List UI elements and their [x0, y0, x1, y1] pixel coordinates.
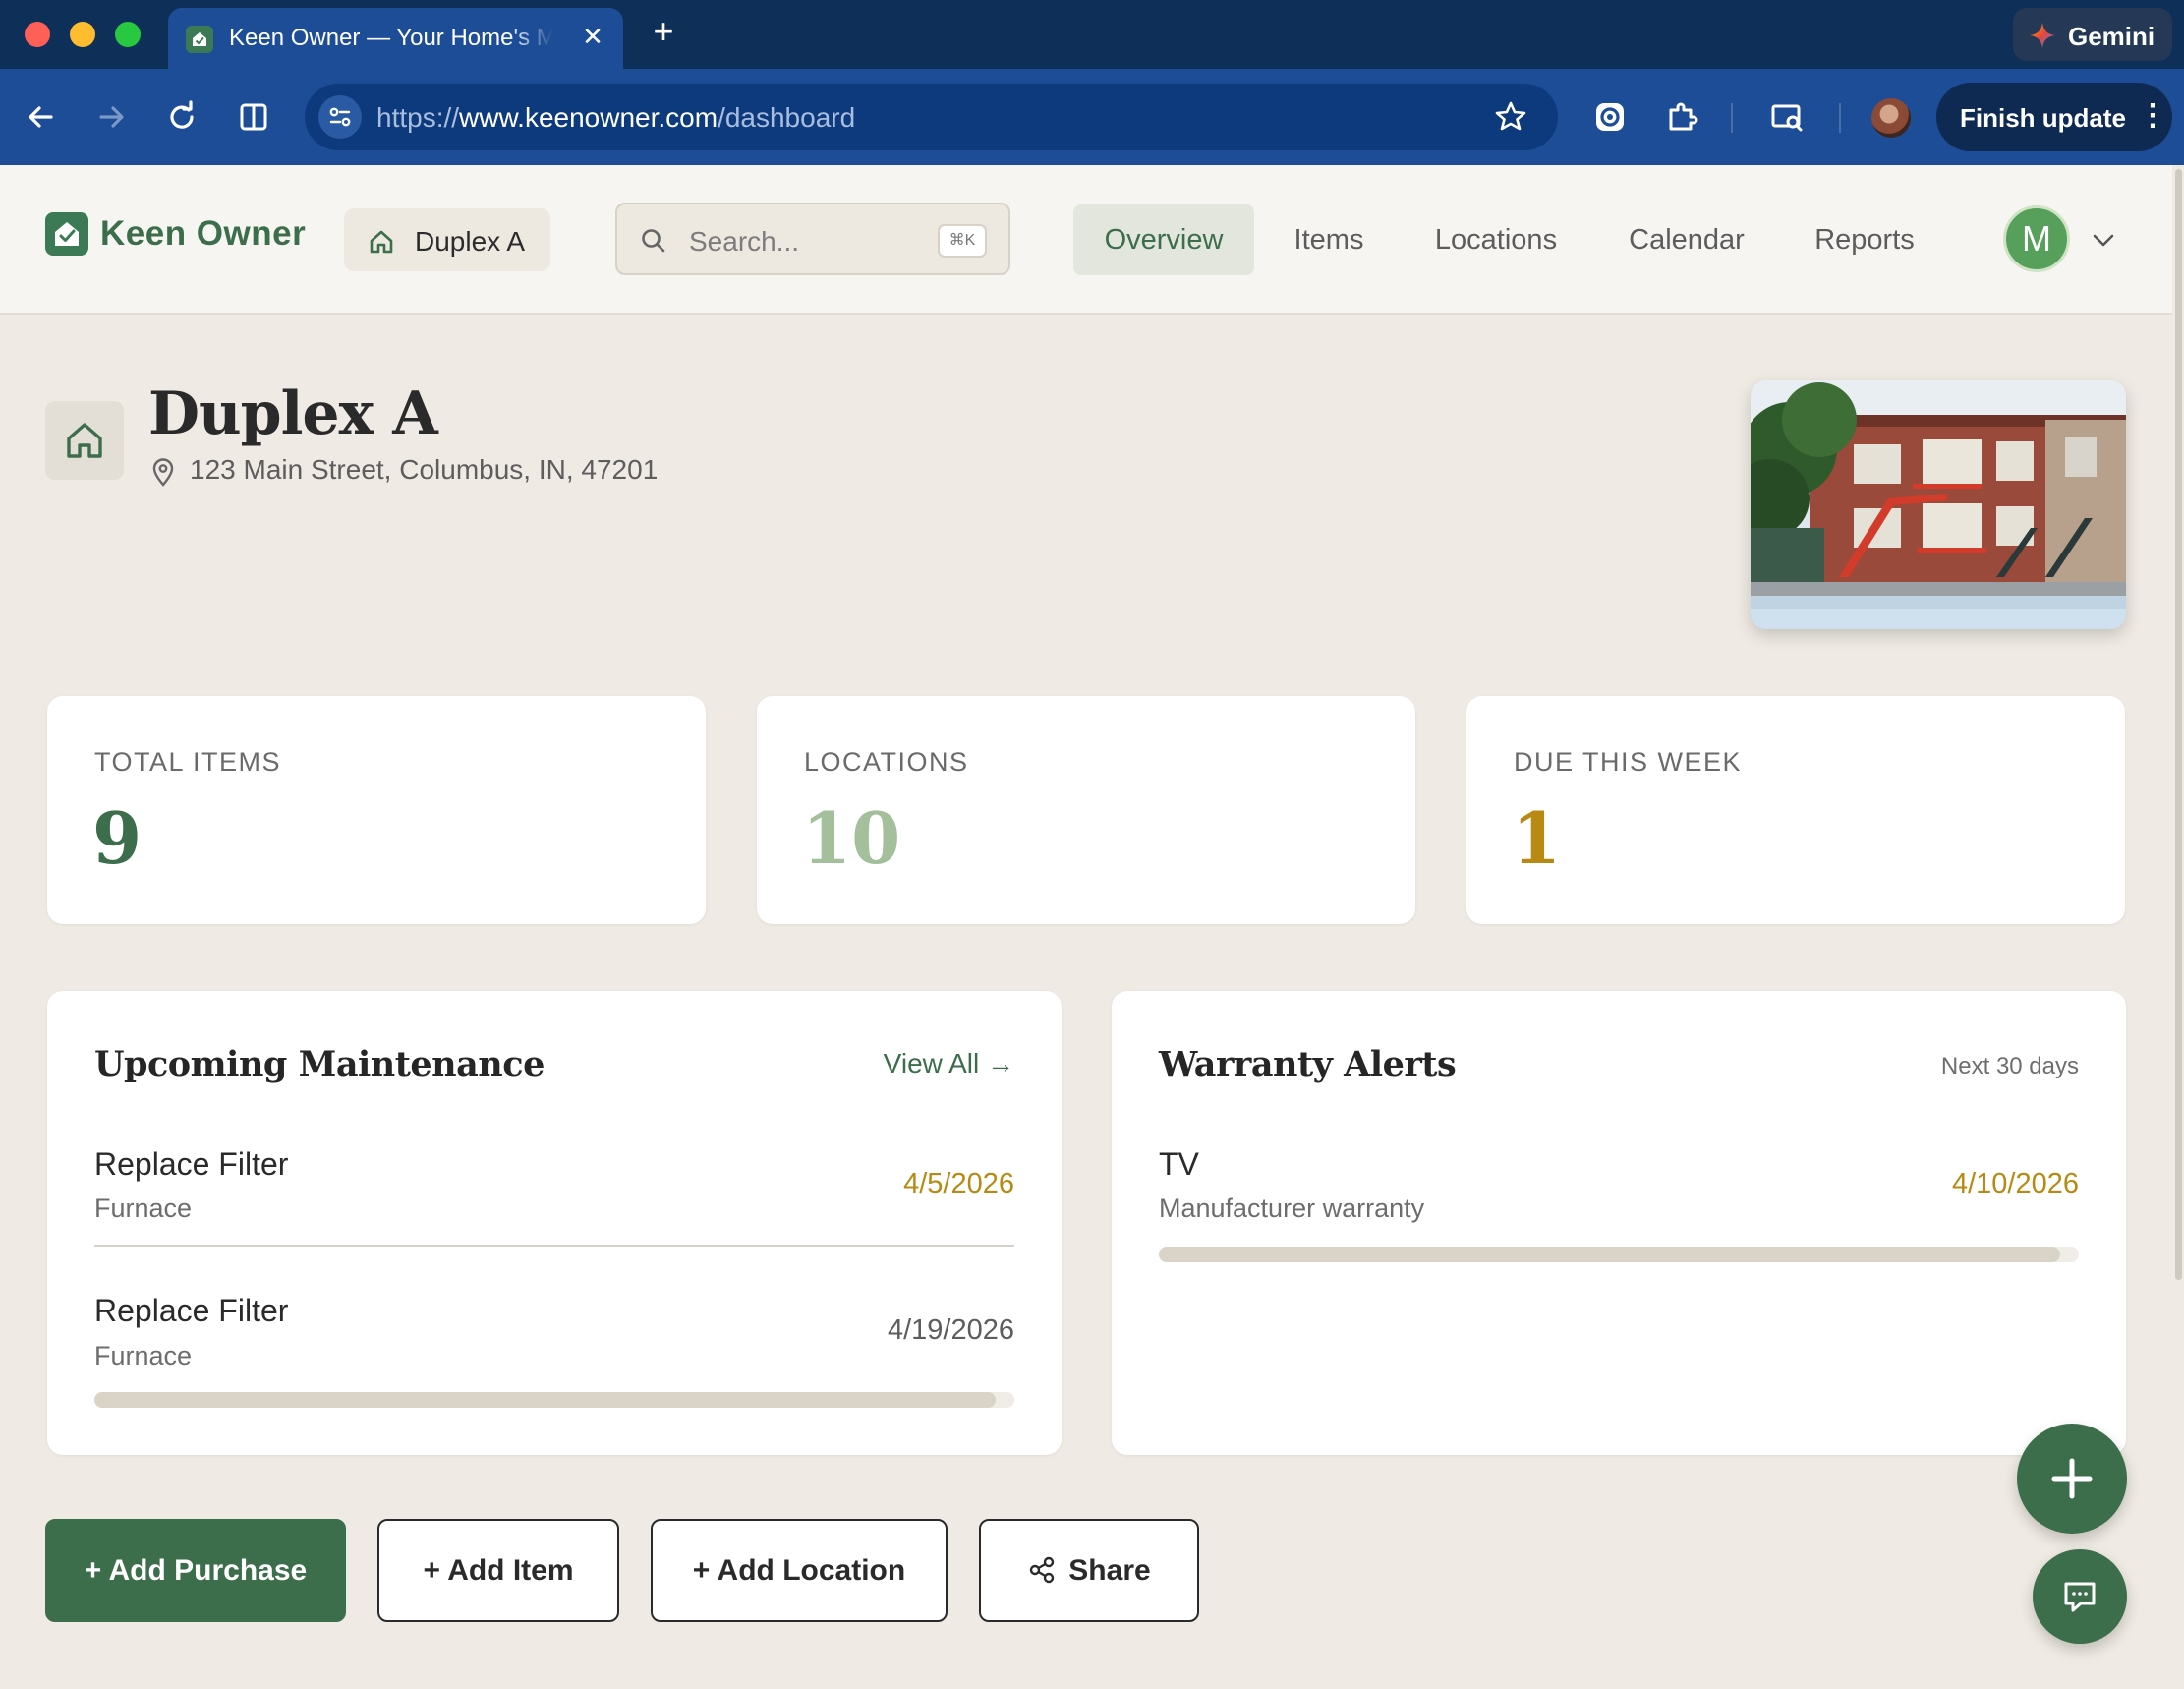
nav-locations[interactable]: Locations: [1421, 204, 1571, 275]
nav-items[interactable]: Items: [1274, 204, 1384, 275]
stat-card-due-this-week[interactable]: DUE THIS WEEK 1: [1466, 696, 2125, 924]
list-scrollbar[interactable]: [1159, 1247, 2079, 1262]
bookmark-star-icon[interactable]: [1492, 98, 1529, 136]
back-arrow-icon[interactable]: [22, 97, 61, 137]
stat-label: DUE THIS WEEK: [1514, 747, 1743, 777]
maintenance-due-date: 4/5/2026: [903, 1168, 1014, 1199]
tab-favicon-icon: [186, 26, 213, 53]
stat-card-total-items[interactable]: TOTAL ITEMS 9: [47, 696, 706, 924]
site-settings-icon[interactable]: [318, 95, 362, 139]
browser-tab-active[interactable]: Keen Owner — Your Home's Maintenance ✕: [168, 8, 623, 69]
window-close-button[interactable]: [25, 22, 50, 47]
warranty-alerts-panel: Warranty Alerts Next 30 days TV Manufact…: [1112, 991, 2126, 1455]
extension-record-icon[interactable]: [1590, 97, 1630, 137]
browser-tab-bar: Keen Owner — Your Home's Maintenance ✕ +…: [0, 0, 2184, 69]
window-zoom-button[interactable]: [115, 22, 141, 47]
property-switcher-label: Duplex A: [415, 226, 526, 257]
forward-arrow-icon[interactable]: [91, 97, 131, 137]
maintenance-task-item: Furnace: [94, 1341, 193, 1370]
stat-card-locations[interactable]: LOCATIONS 10: [757, 696, 1415, 924]
new-tab-button[interactable]: +: [646, 14, 681, 49]
keen-owner-logo-icon[interactable]: [45, 212, 88, 256]
extensions-puzzle-icon[interactable]: [1662, 97, 1701, 137]
panel-title: Warranty Alerts: [1159, 1044, 1457, 1084]
brand-name[interactable]: Keen Owner: [100, 214, 306, 254]
chat-icon: [2064, 1582, 2096, 1612]
list-scrollbar[interactable]: [94, 1392, 1014, 1408]
plus-icon: [2051, 1458, 2093, 1499]
app-header: Keen Owner Duplex A Search... ⌘K Overvie…: [0, 165, 2172, 315]
upcoming-maintenance-panel: Upcoming Maintenance View All → Replace …: [47, 991, 1062, 1455]
more-menu-icon[interactable]: ⋮: [2138, 98, 2167, 134]
row-divider: [94, 1245, 1014, 1247]
stat-value: 9: [92, 796, 143, 880]
stat-value: 10: [802, 796, 901, 880]
nav-reports[interactable]: Reports: [1801, 204, 1928, 275]
search-shortcut-badge: ⌘K: [938, 224, 987, 258]
list-scrollbar-thumb[interactable]: [1159, 1247, 2061, 1262]
panel-title: Upcoming Maintenance: [94, 1044, 545, 1084]
finish-update-button[interactable]: Finish update ⋮: [1936, 83, 2172, 151]
stat-label: LOCATIONS: [804, 747, 969, 777]
search-placeholder: Search...: [689, 226, 800, 257]
quick-add-button[interactable]: [2017, 1424, 2127, 1534]
browser-toolbar: https://www.keenowner.com/dashboard Fini…: [0, 69, 2184, 165]
warranty-item-title[interactable]: TV: [1159, 1146, 1199, 1183]
nav-overview[interactable]: Overview: [1073, 204, 1254, 275]
gemini-label: Gemini: [2068, 22, 2155, 51]
toolbar-separator: [1839, 103, 1841, 133]
property-switcher[interactable]: Duplex A: [344, 208, 550, 271]
address-bar[interactable]: https://www.keenowner.com/dashboard: [305, 84, 1558, 150]
reload-icon[interactable]: [162, 97, 201, 137]
view-all-link[interactable]: View All →: [884, 1048, 1014, 1079]
list-scrollbar-thumb[interactable]: [94, 1392, 997, 1408]
toolbar-separator: [1731, 103, 1733, 133]
nav-calendar[interactable]: Calendar: [1620, 204, 1753, 275]
maintenance-due-date: 4/19/2026: [887, 1314, 1014, 1346]
tab-close-icon[interactable]: ✕: [579, 22, 606, 51]
property-address: 123 Main Street, Columbus, IN, 47201: [190, 454, 659, 485]
stat-label: TOTAL ITEMS: [94, 747, 282, 777]
page-title: Duplex A: [148, 379, 438, 448]
gemini-icon: [2030, 23, 2055, 48]
chat-support-button[interactable]: [2033, 1549, 2127, 1644]
search-input[interactable]: Search... ⌘K: [615, 203, 1010, 275]
share-button[interactable]: Share: [979, 1519, 1199, 1622]
window-minimize-button[interactable]: [70, 22, 95, 47]
page-scrollbar-thumb[interactable]: [2175, 169, 2182, 1280]
chevron-down-icon[interactable]: [2090, 228, 2117, 252]
warranty-type: Manufacturer warranty: [1159, 1194, 1425, 1223]
url-text: https://www.keenowner.com/dashboard: [376, 102, 856, 133]
search-icon: [642, 229, 665, 253]
tab-title: Keen Owner — Your Home's Maintenance: [229, 25, 553, 51]
maintenance-task-item: Furnace: [94, 1194, 193, 1223]
add-purchase-button[interactable]: + Add Purchase: [45, 1519, 346, 1622]
maintenance-task-title[interactable]: Replace Filter: [94, 1146, 288, 1183]
finish-update-label: Finish update: [1960, 103, 2126, 133]
property-home-icon: [45, 401, 124, 480]
add-item-button[interactable]: + Add Item: [377, 1519, 619, 1622]
home-icon: [370, 230, 393, 254]
user-avatar[interactable]: M: [2003, 205, 2070, 272]
share-icon: [1030, 1556, 1055, 1584]
add-location-button[interactable]: + Add Location: [651, 1519, 948, 1622]
warranty-expiry-date: 4/10/2026: [1951, 1168, 2079, 1199]
browser-profile-avatar[interactable]: [1871, 98, 1911, 138]
maintenance-task-title[interactable]: Replace Filter: [94, 1293, 288, 1329]
location-pin-icon: [152, 458, 174, 487]
stat-value: 1: [1512, 796, 1562, 880]
property-photo[interactable]: [1751, 380, 2126, 629]
split-view-icon[interactable]: [234, 97, 273, 137]
gemini-button[interactable]: Gemini: [2013, 8, 2172, 61]
warranty-range-label: Next 30 days: [1940, 1053, 2079, 1079]
share-label: Share: [1068, 1554, 1151, 1587]
tab-search-icon[interactable]: [1767, 97, 1807, 137]
